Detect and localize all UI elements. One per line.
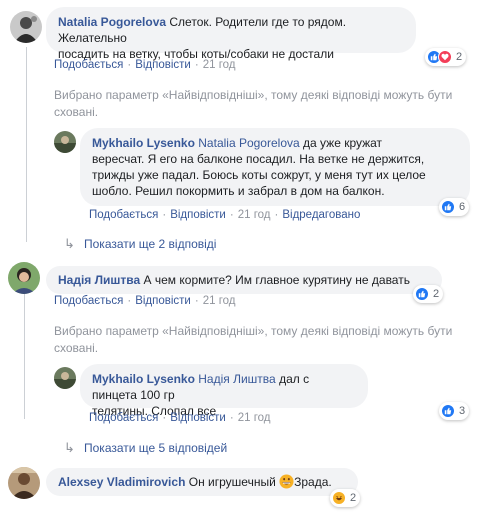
reply-text: да уже кружат (303, 136, 383, 150)
reply-bubble: Mykhailo Lysenko Natalia Pogorelova да у… (80, 128, 470, 206)
avatar[interactable] (54, 367, 76, 389)
comment-actions: Подобається · Відповісти · 21 год (54, 59, 236, 71)
reaction-count: 3 (459, 405, 466, 417)
love-icon (438, 50, 452, 64)
reactions-summary[interactable]: 6 (439, 198, 470, 216)
reply-bubble: Mykhailo Lysenko Надія Лиштва дал с пинц… (80, 364, 368, 418)
reaction-count: 2 (350, 492, 357, 504)
thread-line (24, 294, 25, 419)
comment-author[interactable]: Надія Лиштва (58, 273, 140, 287)
show-more-label[interactable]: Показати ще 5 відповідей (84, 441, 227, 455)
reactions-summary[interactable]: 3 (439, 402, 470, 420)
like-link[interactable]: Подобається (89, 412, 158, 424)
reply-link[interactable]: Відповісти (135, 59, 191, 71)
like-link[interactable]: Подобається (54, 295, 123, 307)
show-more-replies[interactable]: ↳ Показати ще 5 відповідей (64, 440, 227, 456)
avatar[interactable] (10, 11, 42, 43)
comment-bubble: Надія Лиштва А чем кормите? Им главное к… (46, 266, 442, 294)
timestamp[interactable]: 21 год (203, 295, 236, 307)
reply-arrow-icon: ↳ (64, 440, 75, 455)
like-icon (415, 287, 429, 301)
like-icon (441, 200, 455, 214)
avatar[interactable] (8, 467, 40, 499)
comment-text: А чем кормите? Им главное курятину не да… (143, 273, 410, 287)
reply-link[interactable]: Відповісти (170, 209, 226, 221)
comment-author[interactable]: Natalia Pogorelova (58, 15, 166, 29)
relevance-notice: Вибрано параметр «Найвідповідніші», тому… (54, 88, 453, 119)
reply-text: трижды уже падал. Боюсь коты сожрут, у м… (92, 168, 426, 182)
thread-line (26, 47, 27, 242)
reaction-count: 2 (433, 288, 440, 300)
show-more-label[interactable]: Показати ще 2 відповіді (84, 237, 216, 251)
reactions-summary[interactable]: 2 (425, 48, 467, 66)
timestamp[interactable]: 21 год (238, 209, 271, 221)
reply-actions: Подобається · Відповісти · 21 год · Відредагов… (89, 209, 361, 221)
reaction-count: 6 (459, 201, 466, 213)
comment-bubble: Natalia Pogorelova Слеток. Родители где … (46, 7, 416, 61)
haha-icon (332, 491, 346, 505)
avatar[interactable] (8, 262, 40, 294)
reactions-summary[interactable]: 2 (413, 285, 444, 303)
timestamp[interactable]: 21 год (203, 59, 236, 71)
comment-text: Зрада. (294, 475, 332, 489)
mention-link[interactable]: Natalia Pogorelova (198, 136, 299, 150)
reply-text: шобло. Решил покормить и забрал в дом на… (92, 184, 385, 198)
edited-label[interactable]: Відредаговано (282, 209, 360, 221)
comment-bubble: Alexsey Vladimirovich Он игрушечный Зрад… (46, 468, 358, 496)
like-icon (441, 404, 455, 418)
reply-link[interactable]: Відповісти (170, 412, 226, 424)
reply-actions: Подобається · Відповісти · 21 год (89, 412, 271, 424)
avatar[interactable] (54, 131, 76, 153)
reply-author[interactable]: Mykhailo Lysenko (92, 136, 195, 150)
like-link[interactable]: Подобається (89, 209, 158, 221)
like-link[interactable]: Подобається (54, 59, 123, 71)
relevance-notice: Вибрано параметр «Найвідповідніші», тому… (54, 324, 453, 355)
reactions-summary[interactable]: 2 (330, 489, 361, 507)
comment-author[interactable]: Alexsey Vladimirovich (58, 475, 185, 489)
grin-emoji-icon (279, 474, 294, 493)
mention-link[interactable]: Надія Лиштва (198, 372, 275, 386)
comment-text: Он игрушечный (188, 475, 280, 489)
reply-text: вересчат. Я его на балконе посадил. На в… (92, 152, 425, 166)
timestamp[interactable]: 21 год (238, 412, 271, 424)
reply-link[interactable]: Відповісти (135, 295, 191, 307)
reply-author[interactable]: Mykhailo Lysenko (92, 372, 195, 386)
reaction-count: 2 (456, 51, 463, 63)
reply-arrow-icon: ↳ (64, 236, 75, 251)
comment-actions: Подобається · Відповісти · 21 год (54, 295, 236, 307)
show-more-replies[interactable]: ↳ Показати ще 2 відповіді (64, 236, 216, 252)
